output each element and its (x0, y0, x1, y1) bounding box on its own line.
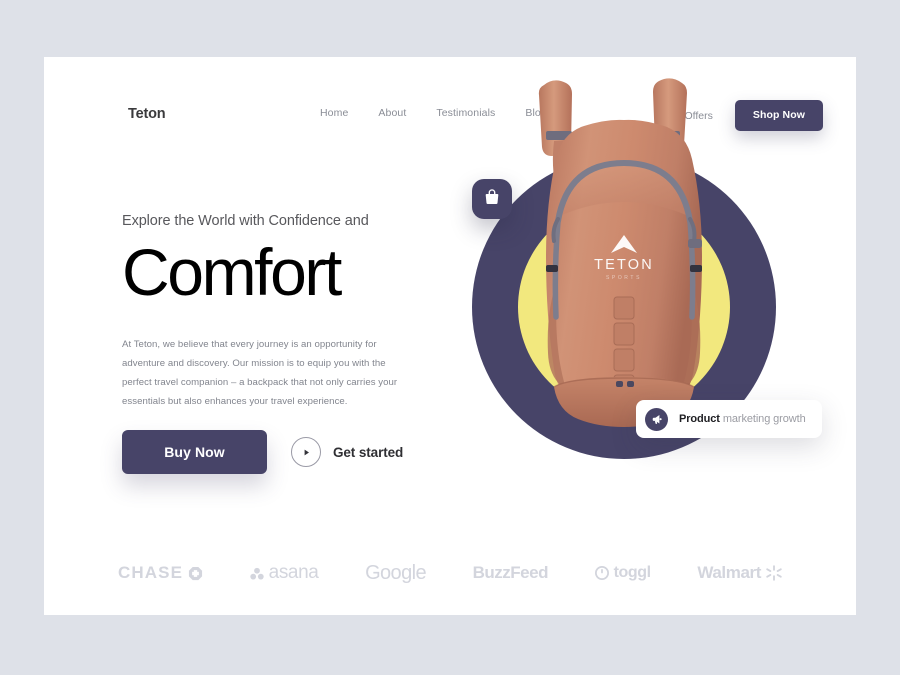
toggl-power-icon (594, 566, 609, 580)
logo-asana[interactable]: asana (249, 562, 319, 584)
backpack-product-image[interactable]: TETON SPORTS (510, 69, 738, 429)
client-logo-bar: CHASE asana Google BuzzFeed toggl Walmar… (44, 553, 856, 593)
logo-chase[interactable]: CHASE (118, 563, 203, 583)
get-started-link[interactable]: Get started (291, 437, 403, 467)
logo-google-label: Google (365, 561, 427, 584)
play-icon[interactable] (291, 437, 321, 467)
logo-buzzfeed-label: BuzzFeed (472, 563, 549, 582)
logo-buzzfeed[interactable]: BuzzFeed (472, 563, 549, 583)
logo-toggl-label: toggl (613, 564, 652, 581)
svg-text:TETON: TETON (594, 257, 654, 273)
logo-walmart-label: Walmart (697, 563, 761, 582)
hero-visual: TETON SPORTS Product marketing growth (404, 57, 856, 527)
hero-paragraph: At Teton, we believe that every journey … (122, 338, 398, 408)
logo-toggl[interactable]: toggl (594, 564, 652, 582)
logo-asana-label: asana (268, 562, 319, 583)
hero-cta-row: Buy Now Get started (122, 430, 403, 474)
brand-logo[interactable]: Teton (128, 106, 166, 122)
product-card-bold: Product (679, 413, 720, 425)
walmart-spark-icon (766, 565, 782, 581)
megaphone-icon (645, 407, 668, 431)
shopping-bag-icon (485, 188, 499, 210)
daisy-chain-webbing (613, 296, 635, 392)
hero-page-card: Teton Home About Testimonials Blogs Offe… (44, 57, 856, 615)
nav-link-about[interactable]: About (378, 107, 406, 119)
svg-text:SPORTS: SPORTS (606, 275, 642, 281)
product-card-rest: marketing growth (719, 413, 806, 425)
logo-walmart[interactable]: Walmart (697, 563, 782, 583)
nav-link-home[interactable]: Home (320, 107, 348, 119)
asana-dots-icon (249, 567, 264, 580)
logo-chase-label: CHASE (118, 563, 184, 582)
product-marketing-card[interactable]: Product marketing growth (636, 400, 822, 438)
get-started-label: Get started (333, 444, 404, 460)
product-card-text: Product marketing growth (679, 413, 806, 425)
shopping-bag-badge[interactable] (472, 179, 512, 219)
buy-now-button[interactable]: Buy Now (122, 430, 267, 474)
chase-octagon-icon (188, 566, 203, 581)
logo-google[interactable]: Google (365, 561, 427, 585)
